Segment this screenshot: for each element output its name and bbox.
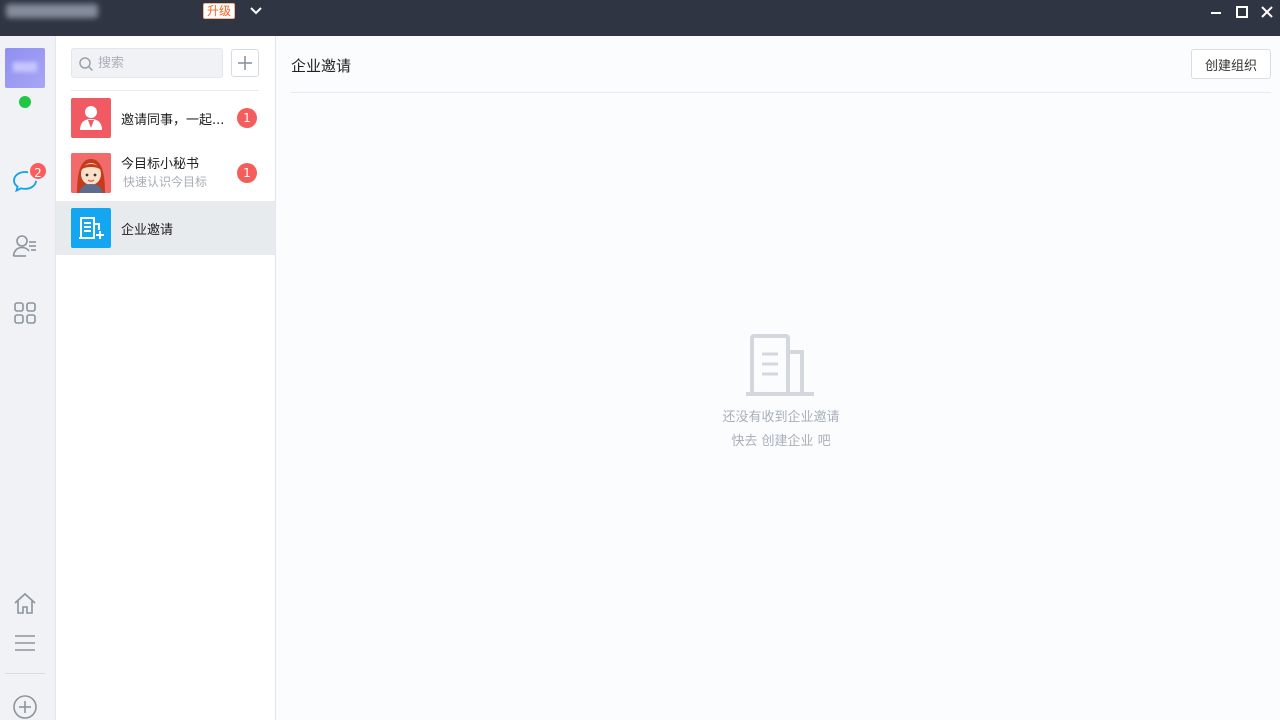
page-title: 企业邀请 xyxy=(291,57,352,75)
chevron-down-icon[interactable] xyxy=(248,4,264,18)
search-box[interactable] xyxy=(71,48,223,78)
conversation-item-enterprise-invite[interactable]: 企业邀请 xyxy=(56,201,275,255)
conversation-subtitle: 快速认识今目标 xyxy=(123,175,208,189)
online-status-dot xyxy=(19,96,31,108)
unread-badge: 1 xyxy=(237,163,257,183)
enterprise-invite-avatar xyxy=(71,208,111,248)
menu-icon[interactable] xyxy=(12,630,38,656)
contacts-icon[interactable] xyxy=(12,233,38,259)
conversation-item-secretary[interactable]: 今目标小秘书 快速认识今目标 1 xyxy=(56,146,275,200)
empty-state-message: 还没有收到企业邀请 xyxy=(722,410,840,425)
secretary-avatar xyxy=(71,153,111,193)
create-organization-button[interactable]: 创建组织 xyxy=(1191,49,1271,79)
secretary-character-icon xyxy=(71,153,111,193)
close-icon[interactable] xyxy=(1258,3,1276,21)
empty-state-hint: 快去 创建企业 吧 xyxy=(731,434,831,449)
rail-divider xyxy=(5,673,45,674)
minimize-icon[interactable] xyxy=(1207,3,1225,21)
invite-colleague-avatar xyxy=(71,98,111,138)
empty-building-icon xyxy=(746,334,814,396)
main-panel: 企业邀请 创建组织 还没有收到企业邀请 快去 创建企业 吧 xyxy=(276,36,1280,720)
title-bar: 升级 xyxy=(0,0,1280,36)
invite-person-icon xyxy=(80,106,102,130)
conversation-title: 邀请同事，一起... xyxy=(121,113,225,128)
upgrade-badge[interactable]: 升级 xyxy=(203,3,236,19)
conversation-title: 今目标小秘书 xyxy=(121,157,200,172)
left-rail: 2 xyxy=(0,36,56,720)
search-icon xyxy=(79,57,94,72)
org-name-blurred xyxy=(6,4,98,18)
messages-badge: 2 xyxy=(28,161,48,181)
maximize-icon[interactable] xyxy=(1233,3,1251,21)
conversation-list: 邀请同事，一起... 1 今目标小秘书 快速认识今目标 1 xyxy=(56,36,276,720)
user-avatar[interactable] xyxy=(5,48,45,88)
apps-grid-icon[interactable] xyxy=(12,300,38,326)
building-add-icon xyxy=(79,217,104,239)
header-divider xyxy=(291,92,1271,93)
conversation-title: 企业邀请 xyxy=(121,223,174,238)
add-circle-icon[interactable] xyxy=(12,694,38,720)
add-button[interactable] xyxy=(231,49,259,77)
plus-icon xyxy=(238,56,252,70)
conversation-item-invite[interactable]: 邀请同事，一起... 1 xyxy=(56,91,275,145)
unread-badge: 1 xyxy=(237,108,257,128)
search-input[interactable] xyxy=(98,49,218,77)
home-icon[interactable] xyxy=(12,591,38,617)
